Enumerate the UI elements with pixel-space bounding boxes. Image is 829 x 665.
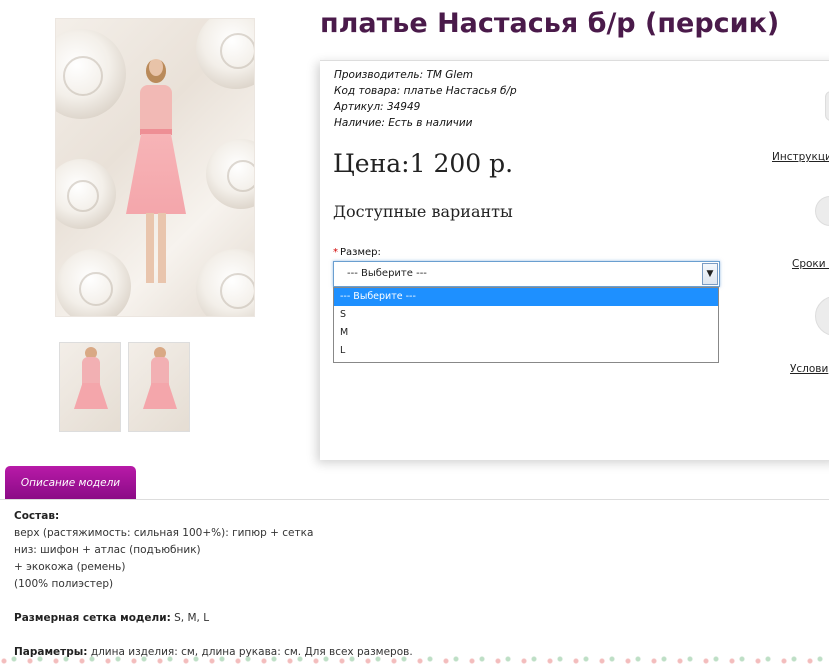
description-line: верх (растяжимость: сильная 100+%): гипю… (14, 527, 314, 539)
size-option-s[interactable]: S (334, 306, 718, 324)
sku-value: 34949 (386, 101, 421, 113)
size-options-list: --- Выберите --- S M L (333, 287, 719, 363)
chevron-down-icon[interactable]: ▼ (702, 263, 718, 285)
instructions-link[interactable]: Инструкци (772, 151, 829, 163)
conditions-icon (815, 296, 829, 336)
availability-value: Есть в наличии (388, 117, 473, 129)
background-flower (56, 249, 131, 316)
composition-heading: Состав: (14, 510, 60, 522)
variants-heading: Доступные варианты (333, 202, 513, 221)
size-select[interactable]: --- Выберите --- ▼ (333, 261, 720, 287)
description-line: (100% полиэстер) (14, 578, 114, 590)
product-price: Цена:1 200 р. (333, 149, 514, 178)
background-flower (56, 159, 116, 229)
size-grid-label: Размерная сетка модели: (14, 612, 171, 624)
background-flower (196, 249, 254, 316)
product-thumbnail-back[interactable] (128, 342, 190, 432)
background-flower (196, 19, 254, 89)
manufacturer-label: Производитель: (334, 69, 424, 81)
product-info-panel: Производитель: ТМ Glem Код товара: плать… (320, 60, 829, 460)
decorative-border (0, 655, 829, 665)
size-option-l[interactable]: L (334, 342, 718, 360)
size-label-text: Размер: (340, 247, 381, 258)
model-figure (126, 59, 186, 289)
size-option-placeholder[interactable]: --- Выберите --- (334, 288, 718, 306)
delivery-icon (815, 196, 829, 226)
product-main-image[interactable] (55, 18, 255, 317)
size-label: * Размер: (333, 247, 381, 258)
product-meta: Производитель: ТМ Glem Код товара: плать… (334, 67, 517, 131)
product-code-value: платье Настасья б/р (403, 85, 517, 97)
info-icon (825, 91, 829, 121)
manufacturer-value: ТМ Glem (426, 69, 474, 81)
product-description: Состав: верх (растяжимость: сильная 100+… (14, 508, 413, 661)
background-flower (206, 139, 254, 209)
required-marker: * (333, 247, 338, 258)
description-line: низ: шифон + атлас (подъюбник) (14, 544, 201, 556)
product-title: платье Настасья б/р (персик) (320, 8, 780, 39)
size-grid-value: S, M, L (174, 612, 210, 624)
size-option-m[interactable]: M (334, 324, 718, 342)
availability-label: Наличие: (334, 117, 385, 129)
terms-link[interactable]: Сроки д (792, 258, 829, 270)
product-code-label: Код товара: (334, 85, 401, 97)
tab-description[interactable]: Описание модели (5, 466, 136, 499)
tab-divider (0, 499, 829, 500)
description-line: + экокожа (ремень) (14, 561, 126, 573)
conditions-link[interactable]: Услови (790, 363, 828, 375)
size-select-value: --- Выберите --- (347, 268, 427, 279)
product-thumbnail-front[interactable] (59, 342, 121, 432)
background-flower (56, 29, 126, 119)
sku-label: Артикул: (334, 101, 384, 113)
